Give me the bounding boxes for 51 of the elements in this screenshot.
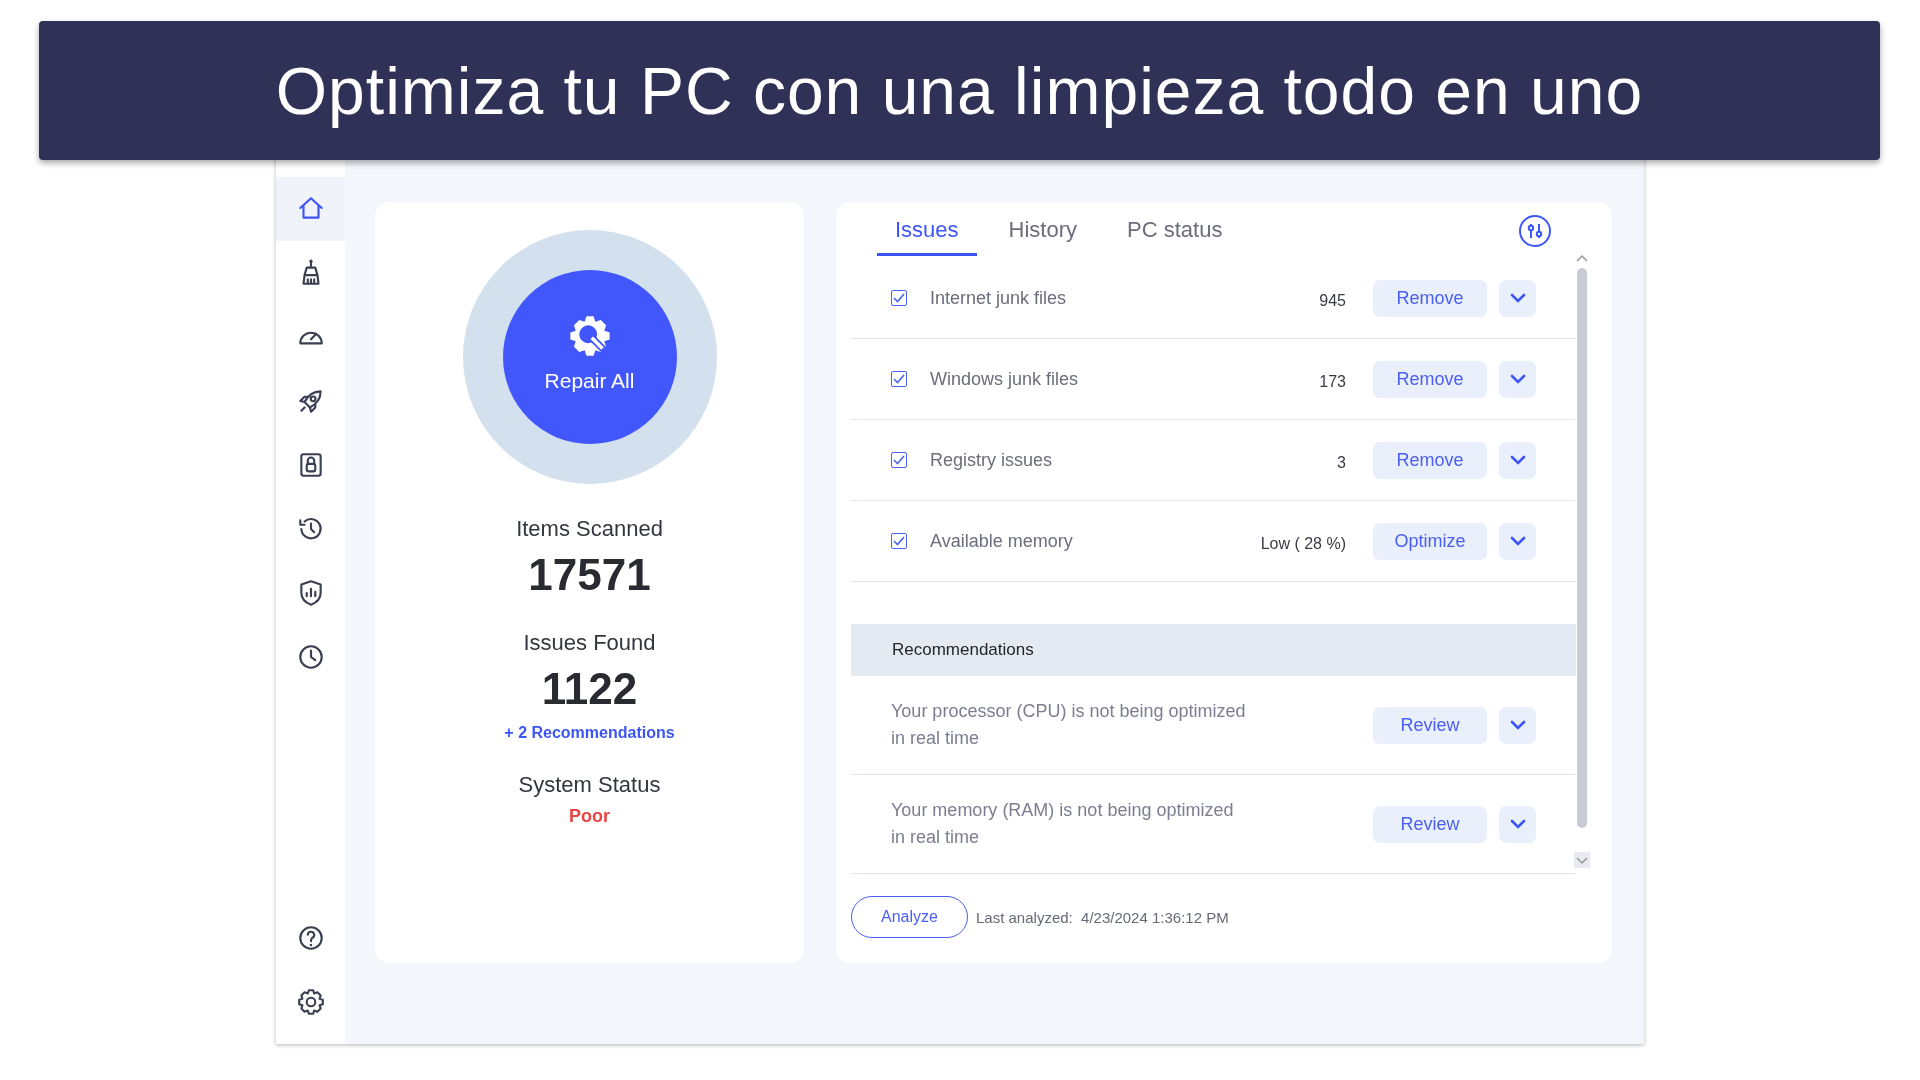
chevron-down-icon <box>1509 536 1526 546</box>
tab[interactable]: PC status <box>1109 217 1241 256</box>
expand-button[interactable] <box>1499 805 1536 843</box>
action-button[interactable]: Remove <box>1373 360 1487 398</box>
repair-all-button[interactable]: Repair All <box>502 270 677 444</box>
checkbox[interactable] <box>891 533 907 549</box>
expand-button[interactable] <box>1499 522 1536 560</box>
issue-label: Windows junk files <box>930 368 1080 390</box>
recommendations-header: Recommendations <box>851 624 1576 676</box>
action-button[interactable]: Remove <box>1373 279 1487 317</box>
checkbox[interactable] <box>891 290 907 306</box>
items-scanned-label: Items Scanned <box>516 516 663 542</box>
expand-button[interactable] <box>1499 279 1536 317</box>
issues-found-label: Issues Found <box>523 630 656 656</box>
chevron-down-icon <box>1509 720 1526 730</box>
review-button[interactable]: Review <box>1373 706 1487 744</box>
recommendations-link[interactable]: + 2 Recommendations <box>504 724 675 742</box>
system-status-value: Poor <box>569 806 610 827</box>
system-status-label: System Status <box>518 772 661 798</box>
action-button[interactable]: Optimize <box>1373 522 1487 560</box>
scrollbar-thumb[interactable] <box>1577 268 1587 828</box>
expand-button[interactable] <box>1499 360 1536 398</box>
last-analyzed-text: Last analyzed: 4/23/2024 1:36:12 PM <box>976 908 1229 926</box>
analyze-button[interactable]: Analyze <box>851 896 968 938</box>
checkbox[interactable] <box>891 371 907 387</box>
issue-count: 3 <box>1337 454 1346 472</box>
issue-label: Available memory <box>930 530 1074 552</box>
chevron-down-icon <box>1509 819 1526 829</box>
tab[interactable]: Issues <box>877 217 977 256</box>
action-button[interactable]: Remove <box>1373 441 1487 479</box>
issues-found-count: 1122 <box>541 664 638 714</box>
settings-icon[interactable] <box>295 987 326 1017</box>
expand-button[interactable] <box>1499 441 1536 479</box>
recommendation-text: Your memory (RAM) is not being optimized in real time <box>891 799 1235 849</box>
checkbox[interactable] <box>891 452 907 468</box>
chevron-down-icon <box>1509 374 1526 384</box>
issue-count: Low ( 28 %) <box>1260 535 1346 553</box>
chevron-down-icon <box>1509 293 1526 303</box>
filter-icon[interactable] <box>1518 214 1552 248</box>
chevron-down-icon <box>1509 455 1526 465</box>
review-button[interactable]: Review <box>1373 805 1487 843</box>
issue-count: 173 <box>1319 373 1346 391</box>
recommendation-text: Your processor (CPU) is not being optimized in real time <box>891 700 1247 750</box>
issue-count: 945 <box>1319 292 1346 310</box>
items-scanned-count: 17571 <box>528 550 651 600</box>
tab[interactable]: History <box>990 217 1096 256</box>
scroll-up-icon[interactable] <box>1576 254 1588 262</box>
issue-label: Registry issues <box>930 449 1054 471</box>
expand-button[interactable] <box>1499 706 1536 744</box>
caption-banner: Optimiza tu PC con una limpieza todo en uno <box>39 21 1880 160</box>
issue-label: Internet junk files <box>930 287 1068 309</box>
